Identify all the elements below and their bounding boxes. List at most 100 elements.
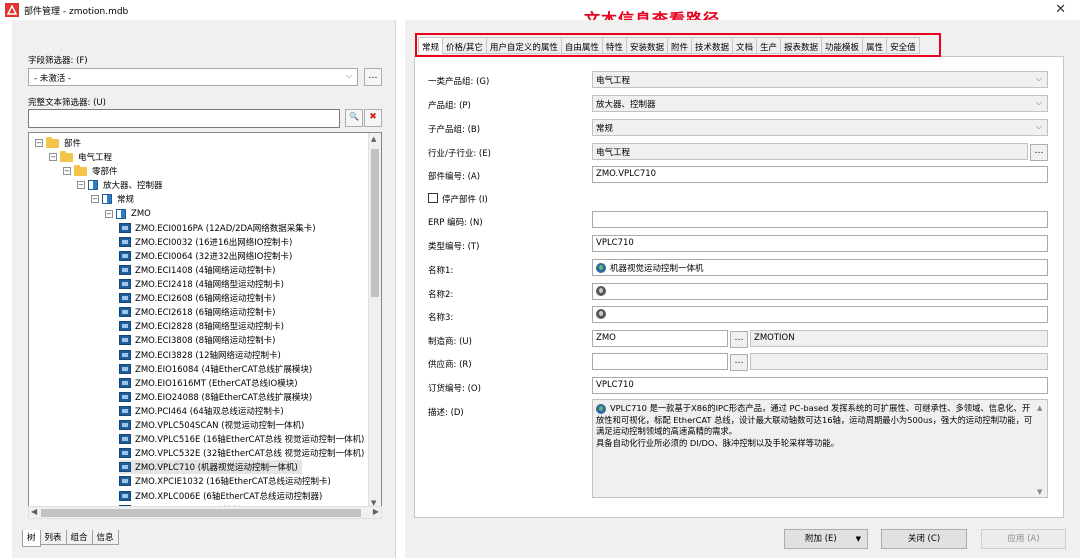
tree-item[interactable]: ZMO.VPLC516E (16轴EtherCAT总线 视觉运动控制一体机) xyxy=(119,432,364,446)
tree-item[interactable]: ZMO.EIO24088 (8轴EtherCAT总线扩展模块) xyxy=(119,390,312,404)
part-icon xyxy=(119,321,131,332)
tree-item[interactable]: ZMO.EIO16084 (4轴EtherCAT总线扩展模块) xyxy=(119,362,312,376)
tree-item-label: ZMO.VPLC710 (机器视觉运动控制一体机) xyxy=(135,463,298,474)
tree-node[interactable]: − 零部件 xyxy=(63,164,118,178)
product-group-1-select[interactable]: 电气工程 ⌵ xyxy=(592,71,1048,88)
scroll-right-icon[interactable]: ▶ xyxy=(373,507,379,516)
tree-item[interactable]: ZMO.EIO1616MT (EtherCAT总线IO模块) xyxy=(119,376,298,390)
part-icon xyxy=(119,222,131,233)
tree-vertical-scrollbar[interactable]: ▲ ▼ xyxy=(368,133,381,509)
tree-item[interactable]: ZMO.ECI2828 (8轴网络型运动控制卡) xyxy=(119,319,284,333)
erp-field[interactable] xyxy=(592,211,1048,228)
field-filter-label: 字段筛选器: (F) xyxy=(28,56,88,66)
tab-tree[interactable]: 树 xyxy=(22,530,41,547)
industry-more-button[interactable]: … xyxy=(1030,144,1048,161)
collapse-toggle-icon[interactable]: − xyxy=(63,167,71,176)
tree-item[interactable]: ZMO.PCI464 (64轴双总线运动控制卡) xyxy=(119,404,284,418)
tree-horizontal-scrollbar[interactable]: ◀ ▶ xyxy=(28,506,382,519)
tree-item[interactable]: ZMO.ECI2418 (4轴网络型运动控制卡) xyxy=(119,277,284,291)
scroll-thumb-horizontal[interactable] xyxy=(41,509,361,517)
close-button[interactable]: 关闭 (C) xyxy=(881,529,967,549)
name1-value: 机器视觉运动控制一体机 xyxy=(610,264,704,274)
name3-field[interactable] xyxy=(592,306,1048,323)
close-icon[interactable]: ✕ xyxy=(1055,2,1066,17)
tree-item[interactable]: ZMO.ECI0064 (32进32出网络IO控制卡) xyxy=(119,249,292,263)
clear-filter-button[interactable]: ✖ xyxy=(364,109,382,127)
parts-tree[interactable]: − 部件 − 电气工程 − 零部件 − 放大器、控制器 − 常规 − ZMO ZMO.ECI0016PA… xyxy=(28,132,382,510)
name1-field[interactable]: 机器视觉运动控制一体机 xyxy=(592,259,1048,276)
part-icon xyxy=(119,349,131,360)
part-icon xyxy=(119,335,131,346)
fulltext-filter-input[interactable] xyxy=(28,109,340,128)
supplier-code-field[interactable] xyxy=(592,353,728,370)
part-icon xyxy=(119,405,131,416)
tree-item-label: ZMO.EIO24088 (8轴EtherCAT总线扩展模块) xyxy=(135,392,313,403)
chevron-down-icon: ⌵ xyxy=(1035,74,1042,83)
apply-button[interactable]: 应用 (A) xyxy=(981,529,1066,549)
description-scrollbar[interactable]: ▲ ▼ xyxy=(1036,401,1046,497)
tree-item[interactable]: ZMO.ECI1408 (4轴网络运动控制卡) xyxy=(119,263,275,277)
tree-node[interactable]: − 放大器、控制器 xyxy=(77,178,163,192)
tab-list[interactable]: 列表 xyxy=(39,530,67,545)
manufacturer-code-field[interactable]: ZMO xyxy=(592,330,728,347)
tree-item[interactable]: ZMO.XPCIE1032 (16轴EtherCAT总线运动控制卡) xyxy=(119,474,331,488)
manufacturer-label: 制造商: (U) xyxy=(428,337,472,347)
tree-item[interactable]: ZMO.ECI0016PA (12AD/2DA网络数据采集卡) xyxy=(119,221,316,235)
part-icon xyxy=(119,448,131,459)
part-number-field[interactable]: ZMO.VPLC710 xyxy=(592,166,1048,183)
sub-product-group-select[interactable]: 常规 ⌵ xyxy=(592,119,1048,136)
tree-node[interactable]: − ZMO xyxy=(105,207,151,221)
collapse-toggle-icon[interactable]: − xyxy=(77,181,85,190)
industry-field[interactable]: 电气工程 xyxy=(592,143,1028,160)
globe-icon xyxy=(596,309,606,319)
discontinued-checkbox[interactable] xyxy=(428,193,438,203)
order-number-field[interactable]: VPLC710 xyxy=(592,377,1048,394)
field-filter-more-button[interactable]: … xyxy=(364,68,382,86)
tab-combination[interactable]: 组合 xyxy=(65,530,93,545)
industry-label: 行业/子行业: (E) xyxy=(428,149,491,159)
supplier-more-button[interactable]: … xyxy=(730,354,748,371)
scroll-thumb[interactable] xyxy=(371,149,379,297)
manufacturer-more-button[interactable]: … xyxy=(730,331,748,348)
chevron-down-icon: ⌵ xyxy=(345,71,352,80)
dropdown-arrow-icon[interactable]: ▼ xyxy=(856,530,861,548)
type-number-field[interactable]: VPLC710 xyxy=(592,235,1048,252)
tree-item[interactable]: ZMO.XPLC006E (6轴EtherCAT总线运动控制器) xyxy=(119,489,322,503)
tree-item[interactable]: ZMO.ECI3808 (8轴网络运动控制卡) xyxy=(119,333,275,347)
add-button[interactable]: 附加 (E) ▼ xyxy=(784,529,868,549)
tree-item[interactable]: ZMO.ECI2608 (6轴网络运动控制卡) xyxy=(119,291,275,305)
tree-item[interactable]: ZMO.ECI2618 (6轴网络运动控制卡) xyxy=(119,305,275,319)
tree-item[interactable]: ZMO.ECI3828 (12轴网络运动控制卡) xyxy=(119,348,281,362)
tree-node[interactable]: − 电气工程 xyxy=(49,150,112,164)
tree-item-label: ZMO.ECI3808 (8轴网络运动控制卡) xyxy=(135,336,276,347)
description-textarea[interactable]: VPLC710 是一款基于X86的IPC形态产品，通过 PC-based 发挥系… xyxy=(592,399,1048,498)
scroll-up-icon[interactable]: ▲ xyxy=(1037,403,1042,415)
tree-item-label: ZMO.PCI464 (64轴双总线运动控制卡) xyxy=(135,406,284,417)
scroll-up-icon[interactable]: ▲ xyxy=(371,135,376,143)
collapse-toggle-icon[interactable]: − xyxy=(35,139,43,147)
tree-item[interactable]: ZMO.VPLC504SCAN (视觉运动控制一体机) xyxy=(119,418,304,432)
tree-node[interactable]: − 常规 xyxy=(91,192,134,206)
tree-item-label: ZMO.EIO1616MT (EtherCAT总线IO模块) xyxy=(135,378,298,389)
scroll-down-icon[interactable]: ▼ xyxy=(1037,487,1042,499)
collapse-toggle-icon[interactable]: − xyxy=(105,209,113,218)
type-number-label: 类型编号: (T) xyxy=(428,242,480,252)
tree-item[interactable]: ZMO.VPLC532E (32轴EtherCAT总线 视觉运动控制一体机) xyxy=(119,446,364,460)
tree-item[interactable]: ZMO.VPLC710 (机器视觉运动控制一体机) xyxy=(119,460,302,475)
collapse-toggle-icon[interactable]: − xyxy=(91,195,99,204)
name2-field[interactable] xyxy=(592,283,1048,300)
supplier-label: 供应商: (R) xyxy=(428,360,472,370)
product-group-select[interactable]: 放大器、控制器 ⌵ xyxy=(592,95,1048,112)
tree-item-label: ZMO.ECI3828 (12轴网络运动控制卡) xyxy=(135,350,281,361)
binoculars-button[interactable]: 🔍 xyxy=(345,109,363,127)
tree-item-label: ZMO.ECI0064 (32进32出网络IO控制卡) xyxy=(135,251,293,262)
scroll-left-icon[interactable]: ◀ xyxy=(31,507,37,516)
collapse-toggle-icon[interactable]: − xyxy=(49,153,57,162)
add-button-label: 附加 (E) xyxy=(805,534,837,544)
tree-node[interactable]: − 部件 xyxy=(35,136,81,150)
field-filter-select[interactable]: - 未激活 - ⌵ xyxy=(28,68,358,86)
tree-item[interactable]: ZMO.ECI0032 (16进16出网络IO控制卡) xyxy=(119,235,292,249)
group-icon xyxy=(116,208,126,219)
title-bar: 部件管理 - zmotion.mdb ✕ xyxy=(0,0,1080,20)
tab-info[interactable]: 信息 xyxy=(91,530,119,545)
